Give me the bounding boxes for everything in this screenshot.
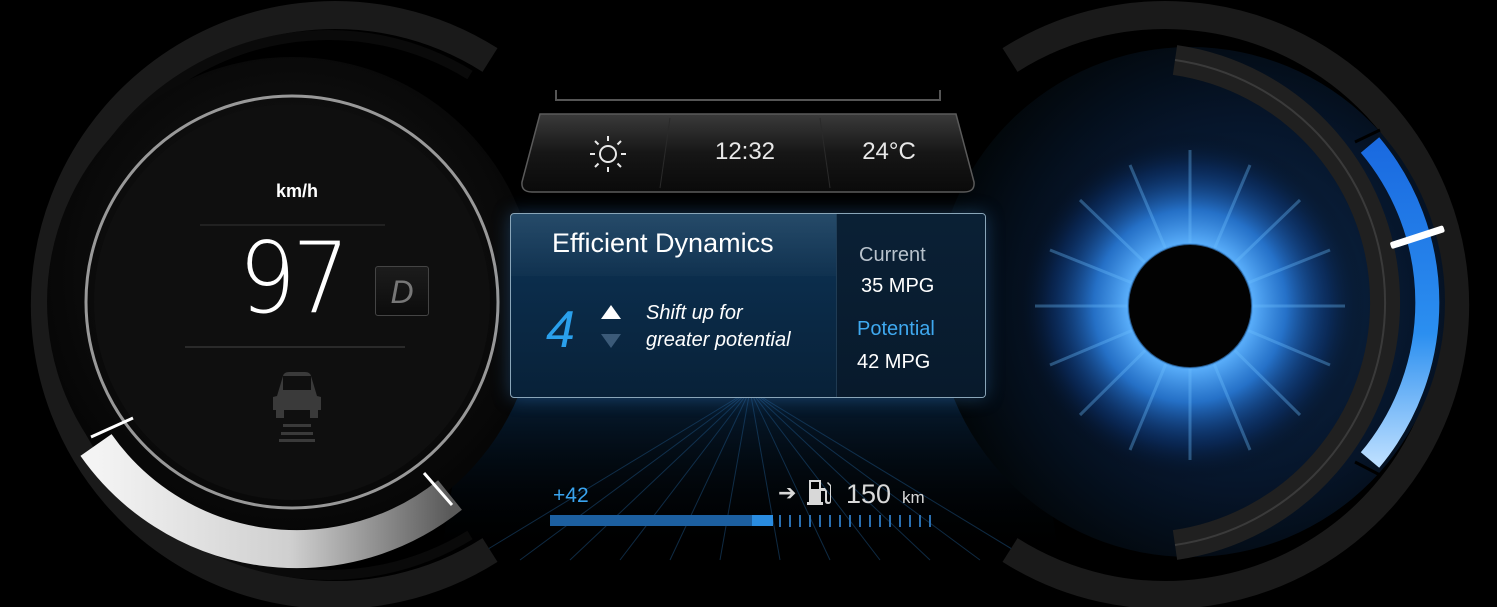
sun-icon [590, 136, 626, 172]
range-arrow-icon: ➔ [778, 480, 797, 505]
range-bar-edge [752, 515, 773, 526]
range-unit: km [902, 488, 925, 507]
panel-title: Efficient Dynamics [552, 228, 774, 258]
car-on-road-icon [263, 372, 321, 442]
range-bar-fill [550, 515, 756, 526]
range-distance: 150 [846, 479, 892, 509]
potential-mpg-label: Potential [857, 318, 935, 340]
fuel-pump-icon [807, 480, 831, 505]
clock-time: 12:32 [714, 138, 776, 165]
gear-indicator: D [375, 266, 429, 316]
potential-mpg-value: 42 MPG [857, 351, 931, 373]
shift-hint-line2: greater potential [646, 329, 791, 351]
outside-temperature: 24°C [862, 138, 916, 165]
range-delta: +42 [553, 484, 589, 507]
speed-unit-label: km/h [275, 181, 318, 201]
shift-hint-line1: Shift up for [646, 302, 743, 324]
current-mpg-value: 35 MPG [861, 275, 935, 297]
current-mpg-label: Current [859, 244, 926, 266]
shift-down-arrow-icon [601, 334, 621, 348]
recommended-gear: 4 [546, 301, 575, 359]
shift-up-arrow-icon [601, 305, 621, 319]
speed-value: 97 [238, 222, 349, 336]
range-bar-ticks [779, 515, 931, 527]
speed-readout: 97 [222, 222, 362, 336]
